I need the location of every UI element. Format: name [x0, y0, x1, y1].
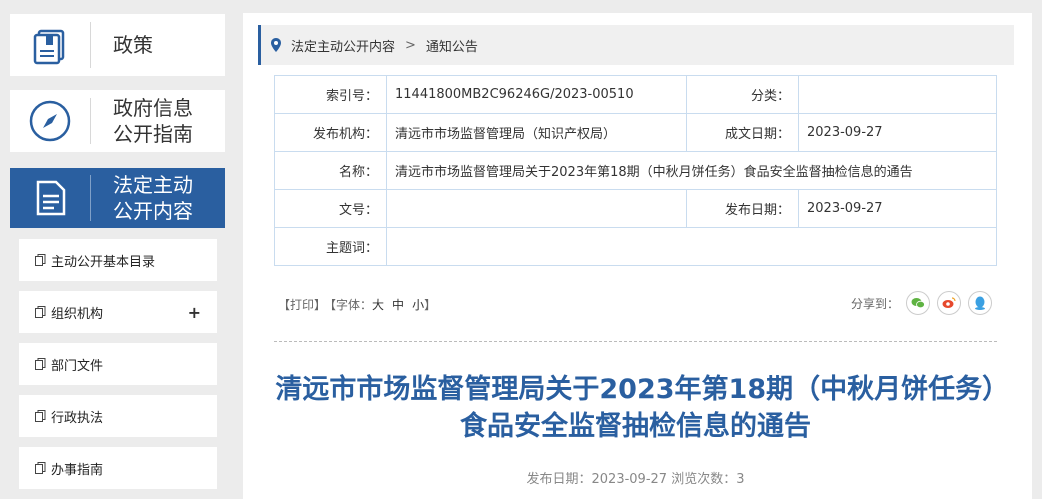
file-icon: [35, 410, 46, 422]
created-date-value: 2023-09-27: [798, 113, 997, 152]
sidebar-item-label: 部门文件: [51, 358, 104, 374]
sidebar-item-service-guide[interactable]: 办事指南: [19, 447, 217, 489]
main-content: 法定主动公开内容 > 通知公告 索引号： 11441800MB2C96246G/…: [243, 13, 1032, 499]
font-size-label: 【字体：: [330, 298, 373, 312]
sidebar-card-label: 政策: [113, 33, 153, 57]
pubdate-value: 2023-09-27: [798, 189, 997, 228]
breadcrumb: 法定主动公开内容 > 通知公告: [258, 25, 1014, 65]
weibo-share-icon[interactable]: [937, 291, 961, 315]
share-label: 分享到：: [850, 296, 899, 311]
sidebar-item-label: 主动公开基本目录: [51, 254, 156, 270]
sidebar-item-label: 组织机构: [51, 306, 104, 322]
sidebar-item-label: 办事指南: [51, 462, 104, 478]
font-small-button[interactable]: 小: [412, 298, 424, 312]
subject-value: [386, 227, 997, 266]
category-value: [798, 75, 997, 114]
docno-value: [386, 189, 687, 228]
sidebar-item-department-files[interactable]: 部门文件: [19, 343, 217, 385]
publisher-value: 清远市市场监督管理局（知识产权局）: [386, 113, 687, 152]
font-medium-button[interactable]: 中: [392, 298, 404, 312]
sidebar-card-guide[interactable]: 政府信息 公开指南: [10, 90, 225, 152]
divider-line: [274, 341, 997, 342]
qq-share-icon[interactable]: [968, 291, 992, 315]
file-icon: [35, 306, 46, 318]
created-date-label: 成文日期：: [686, 113, 799, 152]
font-size-end: 】: [424, 298, 437, 312]
sidebar-card-policy[interactable]: 政策: [10, 14, 225, 76]
location-icon: [271, 38, 281, 52]
print-button[interactable]: 【打印】: [278, 298, 326, 312]
sidebar-item-label: 行政执法: [51, 410, 104, 426]
pubdate-label: 发布日期：: [686, 189, 799, 228]
compass-icon: [10, 90, 90, 152]
file-icon: [35, 358, 46, 370]
name-value: 清远市市场监督管理局关于2023年第18期（中秋月饼任务）食品安全监督抽检信息的…: [386, 151, 997, 190]
article-publish-info: 发布日期：2023-09-27 浏览次数：3: [526, 472, 745, 487]
font-large-button[interactable]: 大: [372, 298, 384, 312]
subject-label: 主题词：: [274, 227, 387, 266]
category-label: 分类：: [686, 75, 799, 114]
docno-label: 文号：: [274, 189, 387, 228]
wechat-share-icon[interactable]: [906, 291, 930, 315]
name-label: 名称：: [274, 151, 387, 190]
file-icon: [35, 254, 46, 266]
breadcrumb-link[interactable]: 法定主动公开内容: [291, 36, 395, 55]
expand-icon[interactable]: +: [188, 303, 201, 322]
index-value: 11441800MB2C96246G/2023-00510: [386, 75, 687, 114]
file-icon: [35, 462, 46, 474]
document-icon: [10, 168, 90, 228]
sidebar-item-organization[interactable]: 组织机构 +: [19, 291, 217, 333]
breadcrumb-separator: >: [405, 37, 416, 53]
metadata-table: 索引号： 11441800MB2C96246G/2023-00510 分类： 发…: [274, 75, 997, 266]
sidebar-card-statutory-content[interactable]: 法定主动 公开内容: [10, 168, 225, 228]
breadcrumb-current[interactable]: 通知公告: [426, 36, 478, 55]
article-title: 清远市市场监督管理局关于2023年第18期（中秋月饼任务）食品安全监督抽检信息的…: [275, 374, 996, 442]
index-label: 索引号：: [274, 75, 387, 114]
sidebar-item-catalog[interactable]: 主动公开基本目录: [19, 239, 217, 281]
sidebar-item-law-enforcement[interactable]: 行政执法: [19, 395, 217, 437]
article-tools: 【打印】 【字体：大中小】: [278, 296, 440, 313]
sidebar-card-label: 法定主动 公开内容: [113, 173, 193, 223]
share-bar: 分享到：: [851, 291, 992, 315]
sidebar-card-label: 政府信息 公开指南: [113, 96, 193, 146]
publisher-label: 发布机构：: [274, 113, 387, 152]
book-icon: [10, 14, 90, 76]
